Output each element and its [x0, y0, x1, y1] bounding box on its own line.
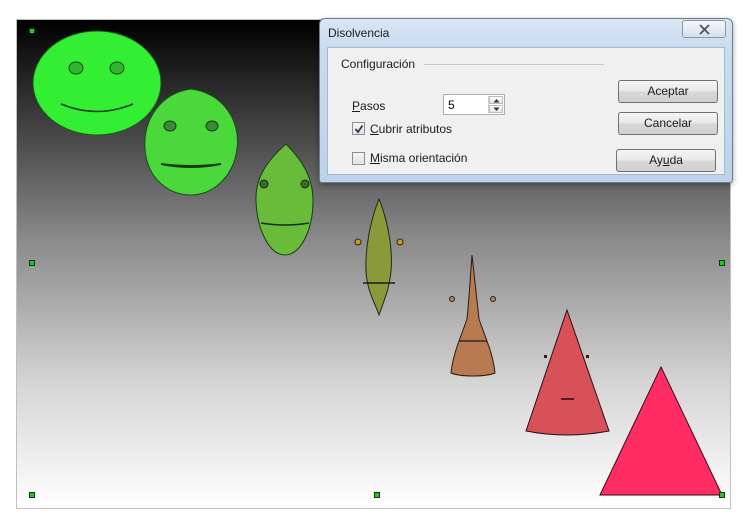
spin-buttons: [488, 96, 503, 113]
dialog-title: Disolvencia: [328, 26, 390, 40]
misma-orientacion-label[interactable]: Misma orientación: [370, 151, 467, 165]
spin-up-button[interactable]: [489, 96, 503, 104]
disolvencia-dialog: Disolvencia Configuración Pasos 5 Cubrir…: [319, 18, 733, 183]
selection-handle-bottom-left[interactable]: [29, 492, 35, 498]
chevron-up-icon: [493, 99, 500, 103]
selection-handle-bottom-right[interactable]: [719, 492, 725, 498]
group-divider: [424, 64, 604, 65]
selection-handle-top-left[interactable]: [29, 28, 35, 34]
close-icon: [699, 24, 710, 35]
cubrir-mnemonic: C: [370, 122, 379, 136]
shape-smiley-start[interactable]: [32, 30, 162, 136]
spin-down-button[interactable]: [489, 105, 503, 113]
misma-mnemonic: M: [370, 151, 380, 165]
pasos-stepper[interactable]: 5: [443, 94, 505, 115]
aceptar-button[interactable]: Aceptar: [618, 80, 718, 103]
selection-handle-middle-right[interactable]: [719, 260, 725, 266]
shape-triangle-end[interactable]: [599, 365, 723, 496]
ayuda-mnemonic: u: [662, 153, 670, 167]
pasos-mnemonic: P: [352, 99, 361, 113]
shape-morph-step-1[interactable]: [144, 88, 239, 196]
configuracion-group-label: Configuración: [341, 57, 420, 71]
shape-morph-step-5[interactable]: [525, 308, 610, 436]
checkmark-icon: [354, 124, 364, 134]
cubrir-atributos-checkbox[interactable]: [352, 122, 365, 135]
pasos-label: Pasos: [352, 99, 386, 113]
cancelar-button[interactable]: Cancelar: [618, 112, 718, 135]
ayuda-button[interactable]: Ayuda: [616, 149, 716, 172]
misma-orientacion-checkbox[interactable]: [352, 152, 365, 165]
shape-morph-step-2[interactable]: [255, 143, 314, 256]
close-button[interactable]: [682, 20, 726, 38]
selection-handle-bottom-center[interactable]: [374, 492, 380, 498]
pasos-value[interactable]: 5: [448, 98, 455, 112]
dialog-body: Configuración Pasos 5 Cubrir atributos M…: [327, 47, 725, 175]
selection-handle-middle-left[interactable]: [29, 260, 35, 266]
chevron-down-icon: [493, 107, 500, 111]
cubrir-atributos-label[interactable]: Cubrir atributos: [370, 122, 452, 136]
shape-morph-step-4[interactable]: [449, 254, 496, 377]
shape-morph-step-3[interactable]: [354, 197, 404, 317]
